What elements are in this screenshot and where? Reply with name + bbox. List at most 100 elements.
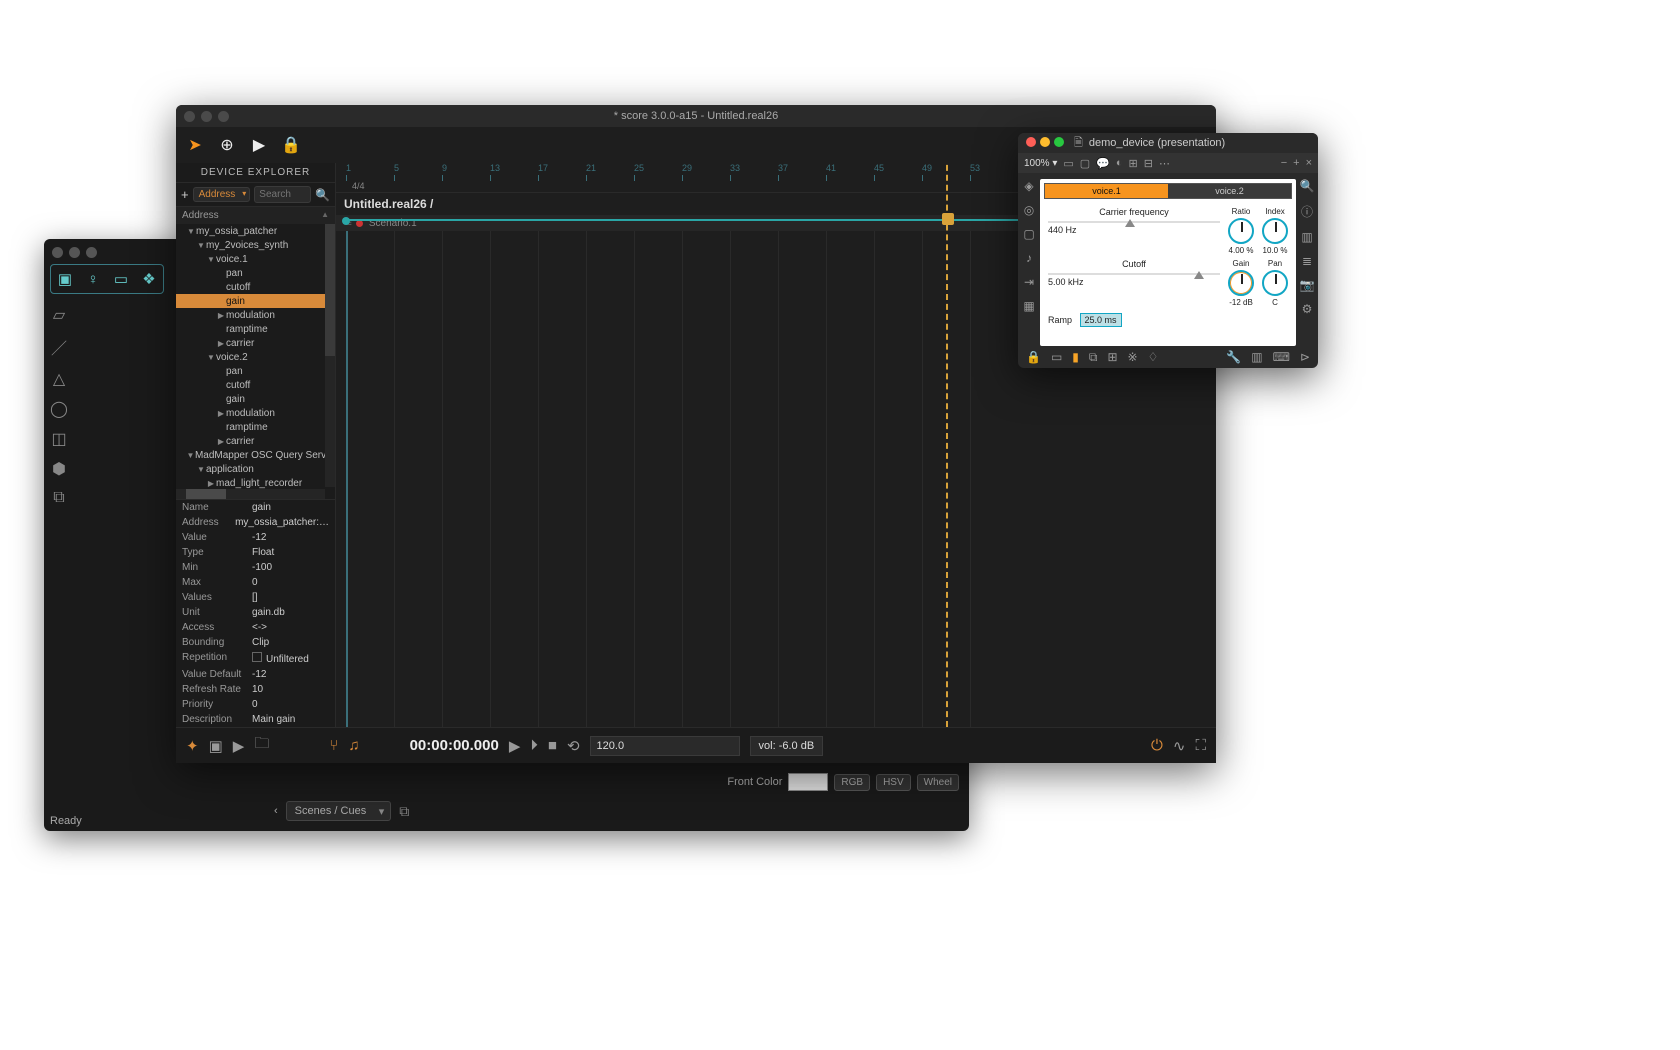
add-group-icon[interactable]: ⧉ (50, 489, 68, 507)
tree-item[interactable]: ▶carrier (176, 434, 335, 448)
tree-item[interactable]: cutoff (176, 280, 335, 294)
transport-rewind-button[interactable]: ⟲ (567, 737, 580, 755)
tb-minus-icon[interactable]: − (1281, 157, 1287, 169)
tb-icon-2[interactable]: ▢ (1080, 157, 1090, 170)
tree-item[interactable]: ramptime (176, 420, 335, 434)
tree-item[interactable]: ▼voice.1 (176, 252, 335, 266)
folder-icon[interactable]: 🗀 (254, 733, 269, 758)
branch-icon[interactable]: ⑂ (329, 737, 338, 754)
tool-monitor-icon[interactable]: ▭ (107, 265, 135, 293)
tree-item[interactable]: ramptime (176, 322, 335, 336)
video-icon[interactable]: ▶ (233, 737, 245, 755)
playhead[interactable] (946, 163, 948, 727)
tree-item[interactable]: gain (176, 294, 335, 308)
tree-item[interactable]: ▼my_2voices_synth (176, 238, 335, 252)
add-line-icon[interactable]: ／ (50, 335, 68, 359)
cutoff-slider[interactable] (1048, 273, 1220, 275)
pan-knob[interactable] (1262, 270, 1288, 296)
tab-voice-1[interactable]: voice.1 (1045, 184, 1168, 198)
transport-play-button[interactable]: ▶ (509, 737, 521, 755)
run-icon[interactable]: ⊳ (1300, 350, 1310, 364)
camera-icon[interactable]: 📷 (1300, 278, 1315, 292)
piano-icon[interactable]: ▥ (1251, 350, 1262, 364)
process-icon[interactable]: ✦ (186, 737, 199, 755)
tool-quad-icon[interactable]: ▣ (51, 265, 79, 293)
tempo-input[interactable] (590, 736, 740, 756)
tb-icon-1[interactable]: ▭ (1063, 157, 1073, 170)
grid-icon[interactable]: ⊞ (1107, 350, 1117, 364)
present-icon[interactable]: ▭ (1051, 350, 1062, 364)
tree-item[interactable]: ▼voice.2 (176, 350, 335, 364)
mixer-icon[interactable]: ∿ (1173, 737, 1186, 755)
carrier-slider[interactable] (1048, 221, 1220, 223)
play-icon[interactable]: ▶ (250, 136, 268, 154)
transport-play-from-button[interactable]: ⏵ (530, 737, 538, 754)
hsv-button[interactable]: HSV (876, 774, 911, 791)
tb-icon-4[interactable]: ◐ (1116, 157, 1123, 169)
info-icon[interactable]: ⓘ (1301, 203, 1313, 220)
tool-cube-icon[interactable]: ❖ (135, 265, 163, 293)
tree-item[interactable]: gain (176, 392, 335, 406)
start-marker[interactable] (346, 231, 348, 727)
tree-item[interactable]: ▶modulation (176, 406, 335, 420)
search-icon[interactable]: 🔍 (315, 188, 330, 202)
cursor-icon[interactable]: ➤ (186, 136, 204, 154)
wrench-icon[interactable]: 🔧 (1226, 350, 1241, 364)
fullscreen-icon[interactable]: ⛶ (1195, 737, 1206, 754)
add-device-button[interactable]: + (181, 187, 189, 202)
ramp-input[interactable]: 25.0 ms (1080, 313, 1122, 327)
cube-icon[interactable]: ◈ (1024, 179, 1033, 193)
breadcrumb[interactable]: Untitled.real26 / (344, 197, 433, 211)
address-combo[interactable]: Address (193, 187, 251, 202)
tree-item[interactable]: ▶mad_light_recorder (176, 476, 335, 490)
link-icon[interactable]: ♢ (1148, 350, 1159, 364)
keyboard-icon[interactable]: ⌨ (1273, 350, 1290, 364)
search-icon[interactable]: 🔍 (1300, 179, 1315, 193)
add-solid-icon[interactable]: ⬢ (50, 459, 68, 479)
lock-icon[interactable]: 🔒 (1026, 350, 1041, 364)
lock-icon[interactable]: 🔒 (282, 136, 300, 154)
presentation-mode-icon[interactable]: ▮ (1072, 350, 1079, 364)
tree-item[interactable]: pan (176, 266, 335, 280)
add-box-icon[interactable]: ◫ (50, 429, 68, 449)
tb-icon-3[interactable]: 💬 (1096, 157, 1110, 170)
target-icon[interactable]: ◎ (1024, 203, 1034, 217)
tb-icon-7[interactable]: ⋯ (1159, 157, 1170, 170)
rgb-button[interactable]: RGB (834, 774, 870, 791)
add-ellipse-icon[interactable]: ◯ (50, 399, 68, 419)
device-tree[interactable]: ▼my_ossia_patcher▼my_2voices_synth▼voice… (176, 224, 335, 499)
tb-icon-6[interactable]: ⊟ (1144, 157, 1153, 170)
music-icon[interactable]: ♫ (348, 737, 359, 754)
tree-item[interactable]: ▶carrier (176, 336, 335, 350)
chevron-left-icon[interactable]: ‹ (274, 805, 278, 817)
popout-icon[interactable]: ⧉ (399, 803, 409, 820)
add-icon[interactable]: ⊕ (218, 136, 236, 154)
volume-display[interactable]: vol: -6.0 dB (750, 736, 824, 756)
snap-icon[interactable]: ※ (1128, 350, 1138, 364)
columns-icon[interactable]: ▥ (1301, 230, 1312, 244)
note-icon[interactable]: ♪ (1026, 251, 1032, 265)
color-swatch[interactable] (788, 773, 828, 791)
gain-knob[interactable] (1228, 270, 1254, 296)
ratio-knob[interactable] (1228, 218, 1254, 244)
tree-item[interactable]: ▶modulation (176, 308, 335, 322)
search-input[interactable] (254, 186, 311, 203)
tb-close-icon[interactable]: × (1306, 157, 1312, 169)
tab-voice-2[interactable]: voice.2 (1168, 184, 1291, 198)
arrow-icon[interactable]: ⇥ (1024, 275, 1034, 289)
add-triangle-icon[interactable]: △ (50, 369, 68, 389)
tree-vscrollbar[interactable] (325, 224, 335, 487)
tree-item[interactable]: ▼application (176, 462, 335, 476)
tree-item[interactable]: ▼my_ossia_patcher (176, 224, 335, 238)
sliders-icon[interactable]: ⚙ (1302, 302, 1313, 316)
list-icon[interactable]: ≣ (1302, 254, 1312, 268)
window-traffic-lights[interactable] (1026, 137, 1068, 150)
power-icon[interactable]: ⏻ (1151, 737, 1163, 754)
tool-light-icon[interactable]: ♀ (79, 265, 107, 293)
transport-stop-button[interactable]: ■ (548, 737, 557, 754)
tree-item[interactable]: ▼MadMapper OSC Query Server (176, 448, 335, 462)
layers-icon[interactable]: ⧉ (1089, 350, 1098, 365)
tb-icon-5[interactable]: ⊞ (1129, 157, 1138, 170)
scenes-combo[interactable]: Scenes / Cues (286, 801, 392, 821)
zoom-combo[interactable]: 100% ▾ (1024, 158, 1057, 169)
